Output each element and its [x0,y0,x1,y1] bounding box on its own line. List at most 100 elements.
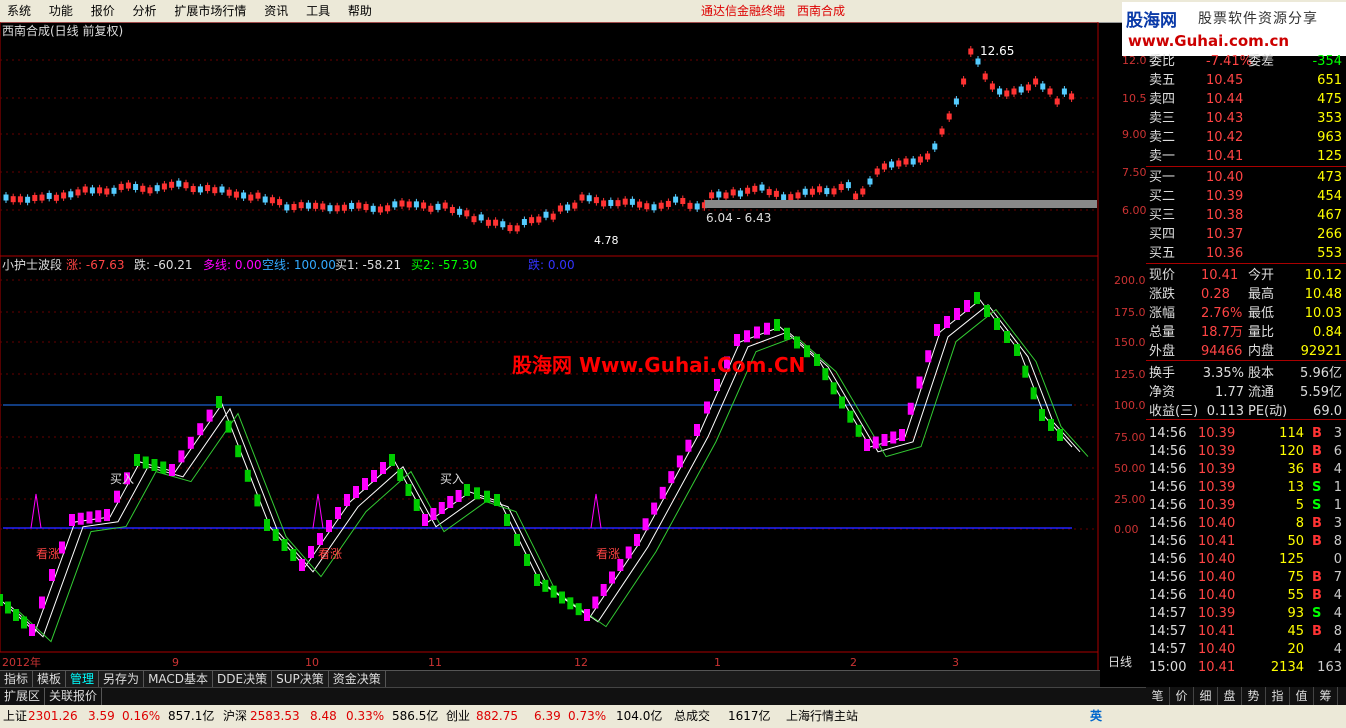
tab-saveas[interactable]: 另存为 [99,671,145,688]
wave-bar [794,336,800,349]
wave-bar [380,462,386,474]
ime-indicator[interactable]: 英 [1090,705,1102,728]
right-tab-5[interactable]: 指 [1266,687,1290,705]
wave-bar [95,510,102,523]
ask-row: 卖五 10.45 651 [1149,73,1342,88]
menu-analysis[interactable]: 分析 [126,0,164,22]
cy-label: 创业 [446,709,471,723]
sz-label: 沪深 [223,709,248,723]
wave-bar [864,439,870,451]
wave-bar [5,601,11,614]
menu-tools[interactable]: 工具 [299,0,337,22]
trade-row: 14:57 10.39 93 S 4 [1149,606,1342,621]
wave-bar [774,319,780,331]
wave-bar [178,450,185,463]
total-amount: 1617亿 [728,709,771,723]
wave-bar [29,624,35,636]
sh-amount: 857.1亿 [168,709,215,723]
wave-bar [984,305,990,317]
period-label[interactable]: 日线 [1108,655,1132,669]
wave-bar [1048,419,1054,431]
wave-bar [413,499,420,511]
right-tab-2[interactable]: 细 [1194,687,1218,705]
price-tick: 10.50 [1122,92,1146,105]
wave-bar [764,322,770,335]
indicator-tick: 200.0 [1114,274,1146,287]
stat2-row: 净资 1.77 流通 5.59亿 [1149,385,1342,400]
wave-bar [592,596,599,609]
tab-sup[interactable]: SUP决策 [272,671,329,688]
right-tab-7[interactable]: 筹 [1314,687,1338,705]
date-label-7: 3 [952,656,959,669]
tab-ext-area[interactable]: 扩展区 [0,688,46,705]
wave-bar [464,484,470,496]
wave-bar [567,597,574,610]
wave-bar [839,396,845,409]
tab-dde[interactable]: DDE决策 [213,671,273,688]
indicator-tick: 125.0 [1114,368,1146,381]
stat-row: 现价 10.41 今开 10.12 [1149,268,1342,283]
quote-separator [1146,263,1346,264]
indicator-panel-frame [0,255,1099,653]
trade-row: 14:56 10.39 120 B 6 [1149,444,1342,459]
station-name[interactable]: 上海行情主站 [786,705,858,728]
tab-indicator[interactable]: 指标 [0,671,34,688]
menu-help[interactable]: 帮助 [341,0,379,22]
date-label-1: 9 [172,656,179,669]
menu-ext-market[interactable]: 扩展市场行情 [167,0,253,22]
buy-annotation-2: 买入 [440,472,464,486]
wave-bar [514,534,520,546]
menu-function[interactable]: 功能 [42,0,80,22]
tab-related-quote[interactable]: 关联报价 [45,688,103,705]
right-tab-6[interactable]: 值 [1290,687,1314,705]
wave-bar [890,431,897,444]
wave-bar [21,616,27,629]
wave-bar [39,596,45,609]
trade-row: 14:56 10.39 13 S 1 [1149,480,1342,495]
menu-quote[interactable]: 报价 [84,0,122,22]
axis-ticks: 12.00 10.50 9.00 7.50 6.00 200.0 175.0 150.0 125… [1114,54,1146,536]
tab-macd[interactable]: MACD基本 [144,671,214,688]
quote-separator [1146,419,1346,420]
cy-change: 6.39 [534,709,561,723]
menu-news[interactable]: 资讯 [257,0,295,22]
tab-fund[interactable]: 资金决策 [329,671,386,688]
right-tab-3[interactable]: 盘 [1218,687,1242,705]
right-tab-0[interactable]: 笔 [1146,687,1170,705]
indicator-plot[interactable] [0,292,1089,643]
wave-bar [272,529,279,541]
wave-bar [371,470,377,482]
wave-bar [235,445,242,458]
wave-bar [1014,344,1020,356]
wave-bar [814,354,820,366]
wave-bar [281,539,288,551]
price-tick: 6.00 [1122,204,1146,217]
tab-template[interactable]: 模板 [33,671,67,688]
wave-bar [944,316,950,328]
wave-bar [907,402,914,415]
wave-bar [438,502,445,514]
wave-bar [668,471,675,484]
trade-row: 14:56 10.40 55 B 4 [1149,588,1342,603]
wave-bar [524,554,530,566]
sz-pct: 0.33% [346,709,385,723]
stat-row: 涨跌 0.28 最高 10.48 [1149,287,1342,302]
sh-pct: 0.16% [122,709,161,723]
menu-system[interactable]: 系统 [0,0,38,22]
ask-row: 卖四 10.44 475 [1149,92,1342,107]
cy-pct: 0.73% [568,709,607,723]
tab-manage[interactable]: 管理 [66,671,100,688]
wave-bar [69,514,75,526]
wave-bar [534,574,540,586]
wave-bar [881,434,888,446]
chart-area[interactable]: 12.0010.509.007.506.00200.0175.0150.0125… [0,22,1146,670]
wave-bar [964,300,970,312]
wave-bar [299,559,305,571]
indicator-tick: 100.0 [1114,399,1146,412]
wave-bar [625,546,632,559]
indicator-tabs: 指标 模板 管理 另存为 MACD基本 DDE决策 SUP决策 资金决策 [0,670,1100,688]
wave-bar [197,423,204,436]
sh-index: 2301.26 [28,709,78,723]
right-tab-1[interactable]: 价 [1170,687,1194,705]
right-tab-4[interactable]: 势 [1242,687,1266,705]
